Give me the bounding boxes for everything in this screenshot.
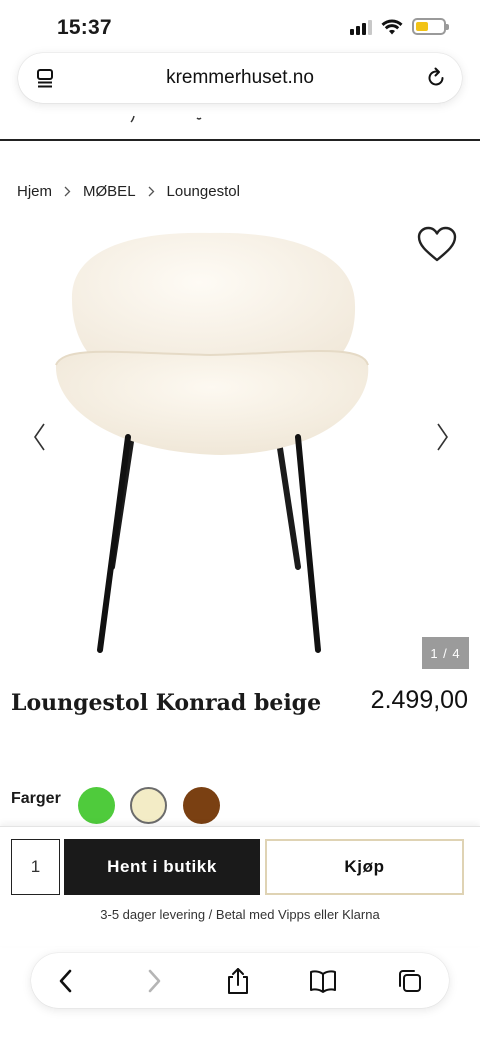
breadcrumb-separator-icon xyxy=(148,186,155,197)
buy-button[interactable]: Kjøp xyxy=(265,839,464,895)
chevron-left-icon[interactable] xyxy=(30,421,50,453)
color-swatch-cream[interactable] xyxy=(130,787,167,824)
delivery-note: 3-5 dager levering / Betal med Vipps ell… xyxy=(100,907,380,922)
product-title: Loungestol Konrad beige xyxy=(11,690,322,716)
chevron-right-icon[interactable] xyxy=(432,421,452,453)
buy-panel: 1 Hent i butikk Kjøp 3-5 dager levering … xyxy=(0,826,480,946)
breadcrumb-home[interactable]: Hjem xyxy=(17,183,52,200)
quantity-input[interactable]: 1 xyxy=(11,839,60,895)
share-icon[interactable] xyxy=(224,967,252,995)
colors-label: Farger xyxy=(11,790,61,807)
breadcrumb-separator-icon xyxy=(64,186,71,197)
forward-icon[interactable] xyxy=(139,967,167,995)
status-time: 15:37 xyxy=(57,16,112,39)
header-divider xyxy=(0,139,480,141)
product-gallery[interactable]: 1 / 4 xyxy=(10,225,470,670)
product-image[interactable] xyxy=(50,225,430,665)
color-swatch-brown[interactable] xyxy=(183,787,220,824)
breadcrumb-mobel[interactable]: MØBEL xyxy=(83,183,136,200)
menu-remnant xyxy=(0,112,480,140)
slide-counter: 1 / 4 xyxy=(422,637,469,669)
reload-icon[interactable] xyxy=(424,66,448,90)
browser-toolbar xyxy=(31,953,449,1008)
breadcrumb-loungestol[interactable]: Loungestol xyxy=(167,183,240,200)
menu-glyphs-remnant xyxy=(130,115,202,123)
back-icon[interactable] xyxy=(53,967,81,995)
status-bar: 15:37 xyxy=(0,0,480,52)
breadcrumb: Hjem MØBEL Loungestol xyxy=(17,183,240,200)
status-icons xyxy=(350,18,449,35)
heart-icon[interactable] xyxy=(416,225,458,265)
battery-icon xyxy=(412,18,449,35)
cellular-signal-icon xyxy=(350,19,372,35)
pickup-in-store-button[interactable]: Hent i butikk xyxy=(64,839,260,895)
url-text[interactable]: kremmerhuset.no xyxy=(18,67,462,89)
color-swatch-green[interactable] xyxy=(78,787,115,824)
book-icon[interactable] xyxy=(309,967,337,995)
address-bar[interactable]: kremmerhuset.no xyxy=(18,53,462,103)
product-price: 2.499,00 xyxy=(370,686,468,714)
pages-icon[interactable] xyxy=(395,967,423,995)
wifi-icon xyxy=(381,19,403,34)
